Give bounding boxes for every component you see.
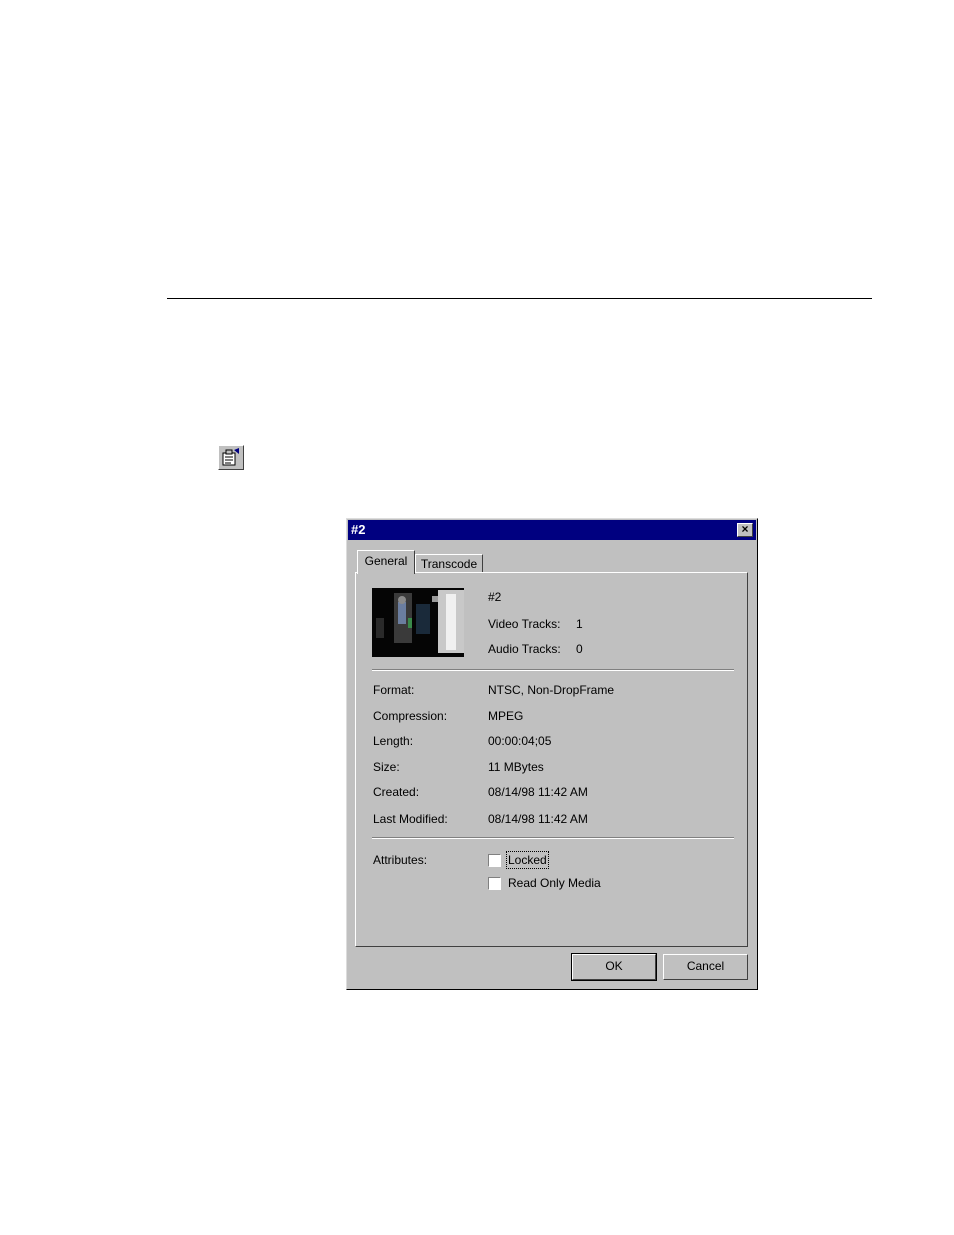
video-tracks-value: 1 xyxy=(576,617,583,631)
compression-value: MPEG xyxy=(488,709,524,723)
locked-checkbox[interactable] xyxy=(488,854,501,867)
page-divider xyxy=(167,298,872,299)
tab-general[interactable]: General xyxy=(357,550,415,574)
properties-dialog: #2 × General Transcode #2 Video Tracks: … xyxy=(346,518,758,990)
video-tracks-label: Video Tracks: xyxy=(488,617,561,631)
length-label: Length: xyxy=(373,734,414,748)
size-label: Size: xyxy=(373,760,400,774)
close-icon[interactable]: × xyxy=(737,523,753,537)
compression-label: Compression: xyxy=(373,709,448,723)
audio-tracks-label: Audio Tracks: xyxy=(488,642,561,656)
clip-thumbnail xyxy=(372,588,464,657)
properties-icon[interactable] xyxy=(218,445,244,470)
attributes-label: Attributes: xyxy=(373,853,428,867)
audio-tracks-value: 0 xyxy=(576,642,583,656)
size-value: 11 MBytes xyxy=(488,760,544,774)
read-only-media-checkbox[interactable] xyxy=(488,877,501,890)
cancel-button[interactable]: Cancel xyxy=(663,954,748,980)
tab-transcode[interactable]: Transcode xyxy=(415,554,483,573)
tab-general-label: General xyxy=(364,554,408,568)
format-value: NTSC, Non-DropFrame xyxy=(488,683,615,697)
format-label: Format: xyxy=(373,683,415,697)
last-modified-label: Last Modified: xyxy=(373,812,448,826)
length-value: 00:00:04;05 xyxy=(488,734,552,748)
separator-bottom xyxy=(372,837,734,839)
clip-name: #2 xyxy=(488,590,502,604)
last-modified-value: 08/14/98 11:42 AM xyxy=(488,812,588,826)
tab-transcode-label: Transcode xyxy=(420,557,478,571)
locked-label[interactable]: Locked xyxy=(506,851,549,869)
separator-top xyxy=(372,669,734,671)
ok-button[interactable]: OK xyxy=(571,953,657,981)
dialog-title: #2 xyxy=(351,522,366,537)
created-value: 08/14/98 11:42 AM xyxy=(488,785,588,799)
created-label: Created: xyxy=(373,785,420,799)
title-bar[interactable]: #2 × xyxy=(348,520,756,540)
read-only-media-label[interactable]: Read Only Media xyxy=(508,876,601,890)
